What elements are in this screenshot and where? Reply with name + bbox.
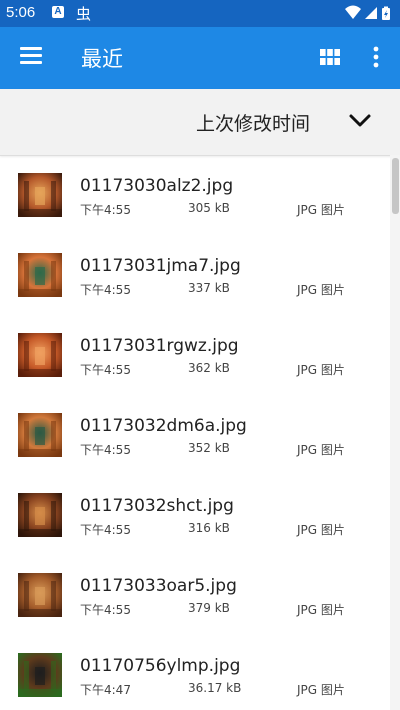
file-list: 01173030alz2.jpg 下午4:55 305 kB JPG 图片 011730… xyxy=(0,155,390,710)
file-name: 01173033oar5.jpg xyxy=(80,576,237,596)
file-name: 01170756ylmp.jpg xyxy=(80,656,241,676)
file-type: JPG 图片 xyxy=(297,523,345,537)
signal-icon xyxy=(365,7,377,19)
file-modified-time: 下午4:55 xyxy=(80,523,131,537)
file-name: 01173031jma7.jpg xyxy=(80,256,241,276)
file-row[interactable]: 01173031rgwz.jpg 下午4:55 362 kB JPG 图片 xyxy=(0,315,390,395)
scrollbar-track[interactable] xyxy=(390,155,400,710)
file-name: 01173031rgwz.jpg xyxy=(80,336,239,356)
status-time: 5:06 xyxy=(6,4,36,21)
file-type: JPG 图片 xyxy=(297,203,345,217)
notification-a-icon: A xyxy=(52,6,64,18)
file-size: 36.17 kB xyxy=(188,681,242,695)
battery-icon xyxy=(382,6,390,20)
wifi-icon xyxy=(345,5,361,19)
file-row[interactable]: 01173030alz2.jpg 下午4:55 305 kB JPG 图片 xyxy=(0,155,390,235)
file-size: 362 kB xyxy=(188,361,230,375)
menu-icon[interactable] xyxy=(20,47,42,65)
file-thumbnail xyxy=(18,173,62,217)
file-row[interactable]: 01173031jma7.jpg 下午4:55 337 kB JPG 图片 xyxy=(0,235,390,315)
file-size: 316 kB xyxy=(188,521,230,535)
file-modified-time: 下午4:55 xyxy=(80,203,131,217)
file-name: 01173032shct.jpg xyxy=(80,496,234,516)
file-type: JPG 图片 xyxy=(297,683,345,697)
file-name: 01173032dm6a.jpg xyxy=(80,416,247,436)
file-type: JPG 图片 xyxy=(297,443,345,457)
file-size: 379 kB xyxy=(188,601,230,615)
file-thumbnail xyxy=(18,493,62,537)
file-modified-time: 下午4:55 xyxy=(80,283,131,297)
file-row[interactable]: 01170756ylmp.jpg 下午4:47 36.17 kB JPG 图片 xyxy=(0,635,390,710)
more-options-icon[interactable] xyxy=(366,45,386,69)
sort-bar: 上次修改时间 xyxy=(0,89,400,156)
file-thumbnail xyxy=(18,413,62,457)
file-modified-time: 下午4:47 xyxy=(80,683,131,697)
sort-label[interactable]: 上次修改时间 xyxy=(196,109,310,136)
notification-bug-icon: 虫 xyxy=(76,5,92,23)
file-type: JPG 图片 xyxy=(297,603,345,617)
file-modified-time: 下午4:55 xyxy=(80,363,131,377)
file-thumbnail xyxy=(18,333,62,377)
file-row[interactable]: 01173033oar5.jpg 下午4:55 379 kB JPG 图片 xyxy=(0,555,390,635)
status-icons xyxy=(345,5,390,20)
file-thumbnail xyxy=(18,253,62,297)
file-thumbnail xyxy=(18,653,62,697)
file-size: 305 kB xyxy=(188,201,230,215)
grid-view-icon[interactable] xyxy=(320,49,340,65)
file-row[interactable]: 01173032dm6a.jpg 下午4:55 352 kB JPG 图片 xyxy=(0,395,390,475)
file-size: 352 kB xyxy=(188,441,230,455)
file-row[interactable]: 01173032shct.jpg 下午4:55 316 kB JPG 图片 xyxy=(0,475,390,555)
file-thumbnail xyxy=(18,573,62,617)
file-modified-time: 下午4:55 xyxy=(80,603,131,617)
file-type: JPG 图片 xyxy=(297,363,345,377)
chevron-down-icon[interactable] xyxy=(348,113,372,129)
status-bar: 5:06 A 虫 xyxy=(0,0,400,27)
file-modified-time: 下午4:55 xyxy=(80,443,131,457)
scrollbar-thumb[interactable] xyxy=(392,158,399,214)
file-name: 01173030alz2.jpg xyxy=(80,176,234,196)
file-type: JPG 图片 xyxy=(297,283,345,297)
app-bar: 最近 xyxy=(0,27,400,89)
file-size: 337 kB xyxy=(188,281,230,295)
page-title: 最近 xyxy=(81,47,123,71)
